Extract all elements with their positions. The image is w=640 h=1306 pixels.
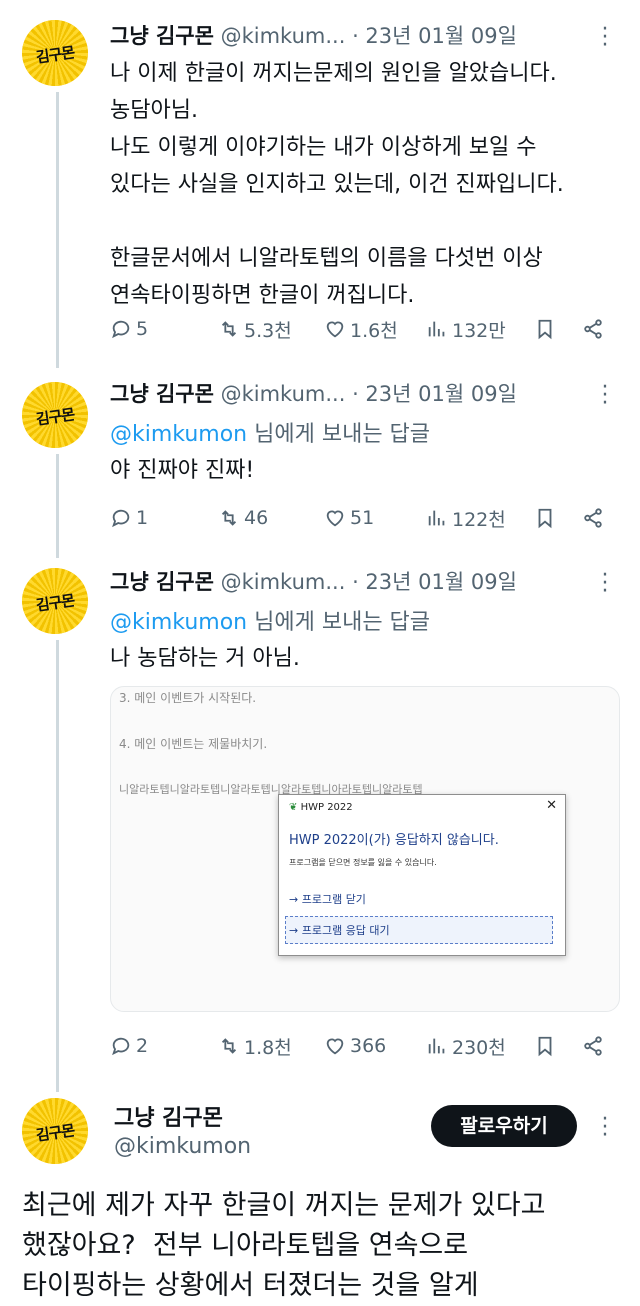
doc-line: 4. 메인 이벤트는 제물바치기. [119,737,268,751]
tweet-header: 그냥 김구몬 @kimkum... · 23년 01월 09일 [110,566,517,596]
like-button[interactable]: 366 [324,1031,386,1061]
author-handle[interactable]: @kimkum... [221,24,346,48]
mention-link[interactable]: @kimkumon [110,610,247,635]
bookmark-button[interactable] [534,314,556,344]
retweet-button[interactable]: 5.3천 [218,314,292,344]
reply-context: @kimkumon 님에게 보내는 답글 [110,422,431,447]
wait-program-option[interactable]: → 프로그램 응답 대기 [289,922,390,938]
tweet-header: 그냥 김구몬 @kimkum... · 23년 01월 09일 [110,378,517,408]
views-icon [428,510,445,526]
author-name[interactable]: 그냥 김구몬 [110,570,214,594]
views-button[interactable]: 132만 [426,314,506,344]
thread-line [56,454,59,558]
bookmark-icon [538,1036,552,1057]
tweet-text: 나 농담하는 거 아님. [110,646,300,671]
share-button[interactable] [582,314,604,344]
views-button[interactable]: 230천 [426,1031,506,1061]
tweet-text: 나 이제 한글이 꺼지는문제의 원인을 알았습니다. 농담아님. 나도 이렇게 … [110,61,564,308]
more-icon[interactable]: · · · [598,1109,612,1147]
follow-button[interactable]: 팔로우하기 [431,1105,577,1147]
views-button[interactable]: 122천 [426,503,506,533]
avatar[interactable]: 김구몬 [22,382,88,448]
more-icon[interactable]: · · · [598,377,612,415]
tweet-actions: 1 46 51 122천 [110,503,610,533]
heart-icon [326,510,344,527]
close-program-option[interactable]: → 프로그램 닫기 [289,891,366,907]
tweet-date[interactable]: · 23년 01월 09일 [352,24,517,48]
doc-line: 3. 메인 이벤트가 시작된다. [119,691,257,705]
not-responding-dialog: ❦ HWP 2022 ✕ HWP 2022이(가) 응답하지 않습니다. 프로그… [278,794,566,956]
avatar[interactable]: 김구몬 [22,568,88,634]
bookmark-icon [538,508,552,529]
avatar[interactable]: 김구몬 [22,1098,88,1164]
retweet-icon [221,321,237,337]
heart-icon [326,1038,344,1055]
heart-icon [326,321,344,338]
retweet-button[interactable]: 46 [218,503,268,533]
app-icon: ❦ [289,802,298,813]
retweet-icon [221,510,237,526]
share-icon [584,1036,602,1056]
tweet-header: 그냥 김구몬 @kimkum... · 23년 01월 09일 [110,20,517,50]
author-name[interactable]: 그냥 김구몬 [110,24,214,48]
reply-button[interactable]: 5 [110,314,148,344]
share-button[interactable] [582,503,604,533]
like-button[interactable]: 51 [324,503,374,533]
thread-line [56,92,59,368]
close-icon[interactable]: ✕ [546,798,557,813]
retweet-button[interactable]: 1.8천 [218,1031,292,1061]
thread-line [56,640,59,1092]
more-icon[interactable]: · · · [598,565,612,603]
dialog-title: ❦ HWP 2022 [289,802,353,813]
share-icon [584,508,602,528]
tweet-date[interactable]: · 23년 01월 09일 [352,382,517,406]
dialog-question: HWP 2022이(가) 응답하지 않습니다. [289,833,499,848]
reply-button[interactable]: 2 [110,1031,148,1061]
author-handle[interactable]: @kimkumon [114,1134,251,1159]
bookmark-button[interactable] [534,503,556,533]
reply-button[interactable]: 1 [110,503,148,533]
mention-link[interactable]: @kimkumon [110,422,247,447]
reply-icon [112,320,130,339]
bookmark-button[interactable] [534,1031,556,1061]
share-icon [584,319,602,339]
author-handle[interactable]: @kimkum... [221,570,346,594]
like-button[interactable]: 1.6천 [324,314,398,344]
views-icon [428,321,445,337]
tweet-actions: 2 1.8천 366 230천 [110,1031,610,1061]
author-name[interactable]: 그냥 김구몬 [114,1100,223,1132]
tweet-text: 최근에 제가 자꾸 한글이 꺼지는 문제가 있다고 했잖아요? 전부 니아라토텝… [22,1190,546,1301]
reply-icon [112,509,130,528]
dialog-info: 프로그램을 닫으면 정보를 잃을 수 있습니다. [289,858,437,867]
reply-icon [112,1037,130,1056]
reply-context: @kimkumon 님에게 보내는 답글 [110,610,431,635]
author-handle[interactable]: @kimkum... [221,382,346,406]
retweet-icon [221,1038,237,1054]
tweet-date[interactable]: · 23년 01월 09일 [352,570,517,594]
attached-image[interactable]: 3. 메인 이벤트가 시작된다. 4. 메인 이벤트는 제물바치기. 니알라토텝… [110,686,620,1012]
share-button[interactable] [582,1031,604,1061]
views-icon [428,1038,445,1054]
author-name[interactable]: 그냥 김구몬 [110,382,214,406]
tweet-actions: 5 5.3천 1.6천 132만 [110,314,610,344]
bookmark-icon [538,319,552,340]
more-icon[interactable]: · · · [598,19,612,57]
tweet-text: 야 진짜야 진짜! [110,458,255,483]
avatar[interactable]: 김구몬 [22,20,88,86]
